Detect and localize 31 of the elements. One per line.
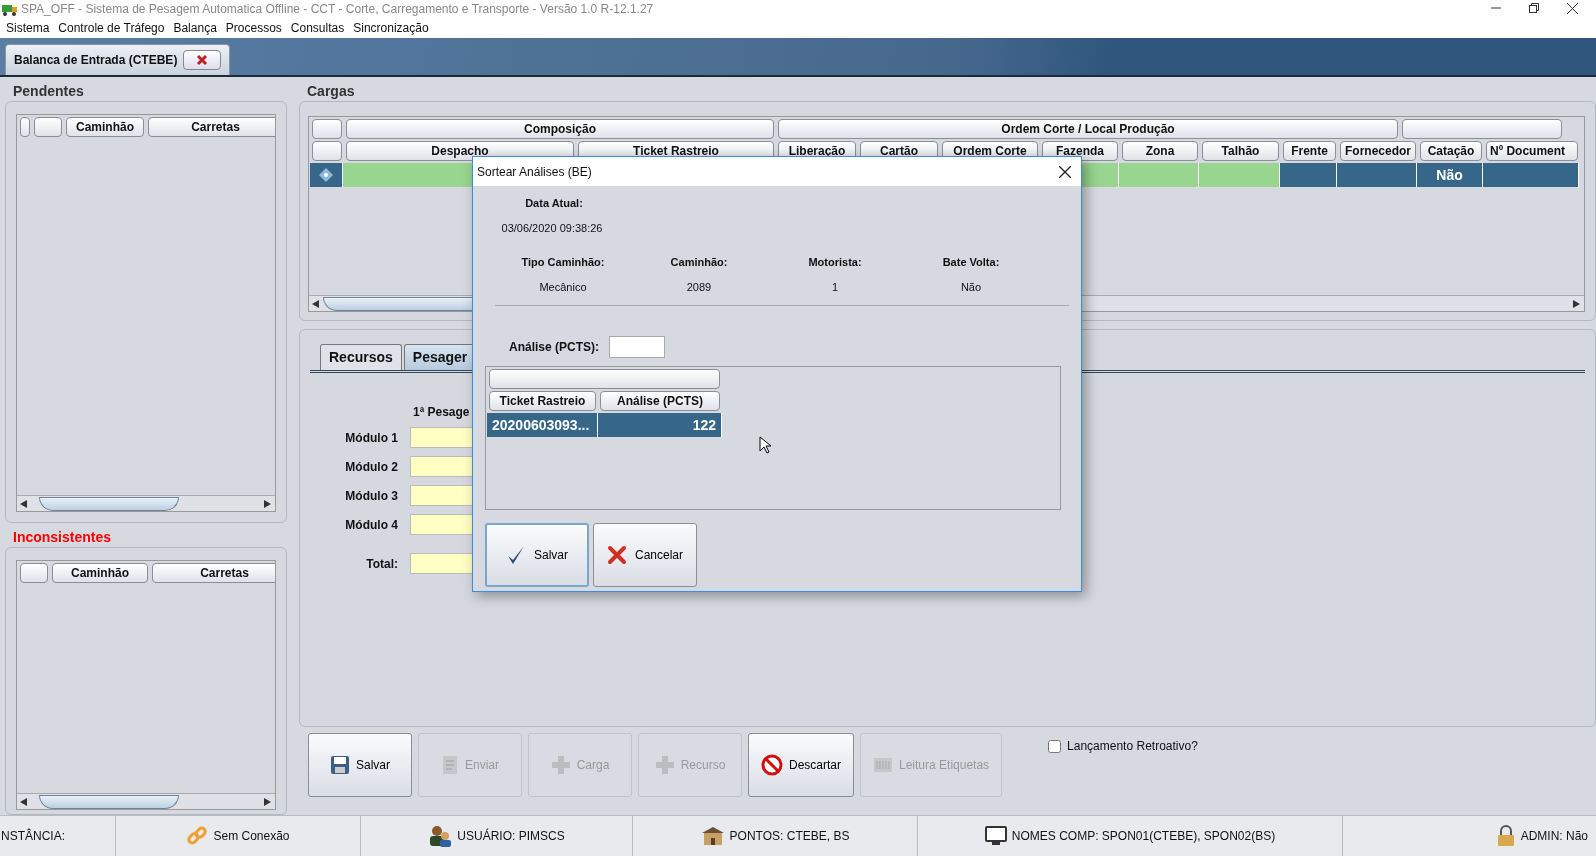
field-label: Análise (PCTS): bbox=[509, 339, 599, 356]
status-text: ADMIN: Não bbox=[1520, 828, 1588, 845]
dialog-title: Sortear Análises (BE) bbox=[477, 163, 592, 181]
table-cell-text: 20200603093... bbox=[492, 415, 590, 435]
status-text: PONTOS: CTEBE, BS bbox=[729, 828, 850, 845]
field-label: Módulo 3 bbox=[344, 487, 398, 505]
section-title: Cargas bbox=[306, 82, 356, 101]
status-text: Sem Conexão bbox=[213, 828, 290, 845]
field-label: Motorista: bbox=[807, 255, 863, 270]
field-label: Tipo Caminhão: bbox=[520, 255, 606, 270]
table-cell-text: Não bbox=[1436, 165, 1463, 185]
field-label: Total: bbox=[365, 555, 398, 573]
status-text: USUÁRIO: PIMSCS bbox=[457, 827, 565, 845]
field-label: Módulo 1 bbox=[344, 429, 398, 447]
field-label: Módulo 2 bbox=[344, 458, 398, 476]
field-label: Bate Volta: bbox=[941, 255, 1001, 270]
table-cell-text: 122 bbox=[692, 415, 716, 435]
window-title: SPA_OFF - Sistema de Pesagem Automatica Offline - CCT - Corte, Carregamento e Transporte - Versão 1.0 R-12.1.27 bbox=[21, 0, 654, 18]
field-label: Módulo 4 bbox=[344, 516, 398, 534]
section-title: Inconsistentes bbox=[12, 528, 113, 547]
status-text: NOMES COMP: SPON01(CTEBE), SPON02(BS) bbox=[1011, 828, 1276, 845]
section-title: Pendentes bbox=[12, 82, 85, 101]
field-value: 2089 bbox=[685, 279, 713, 295]
column-label: 1ª Pesage bbox=[413, 404, 471, 421]
field-value: 03/06/2020 09:38:26 bbox=[500, 220, 604, 236]
field-value: 1 bbox=[830, 279, 840, 295]
field-value: Não bbox=[959, 279, 983, 295]
field-value: Mecânico bbox=[538, 279, 588, 295]
status-text: NSTÂNCIA: bbox=[1, 827, 65, 845]
field-label: Data Atual: bbox=[524, 196, 584, 211]
field-label: Caminhão: bbox=[669, 255, 729, 270]
